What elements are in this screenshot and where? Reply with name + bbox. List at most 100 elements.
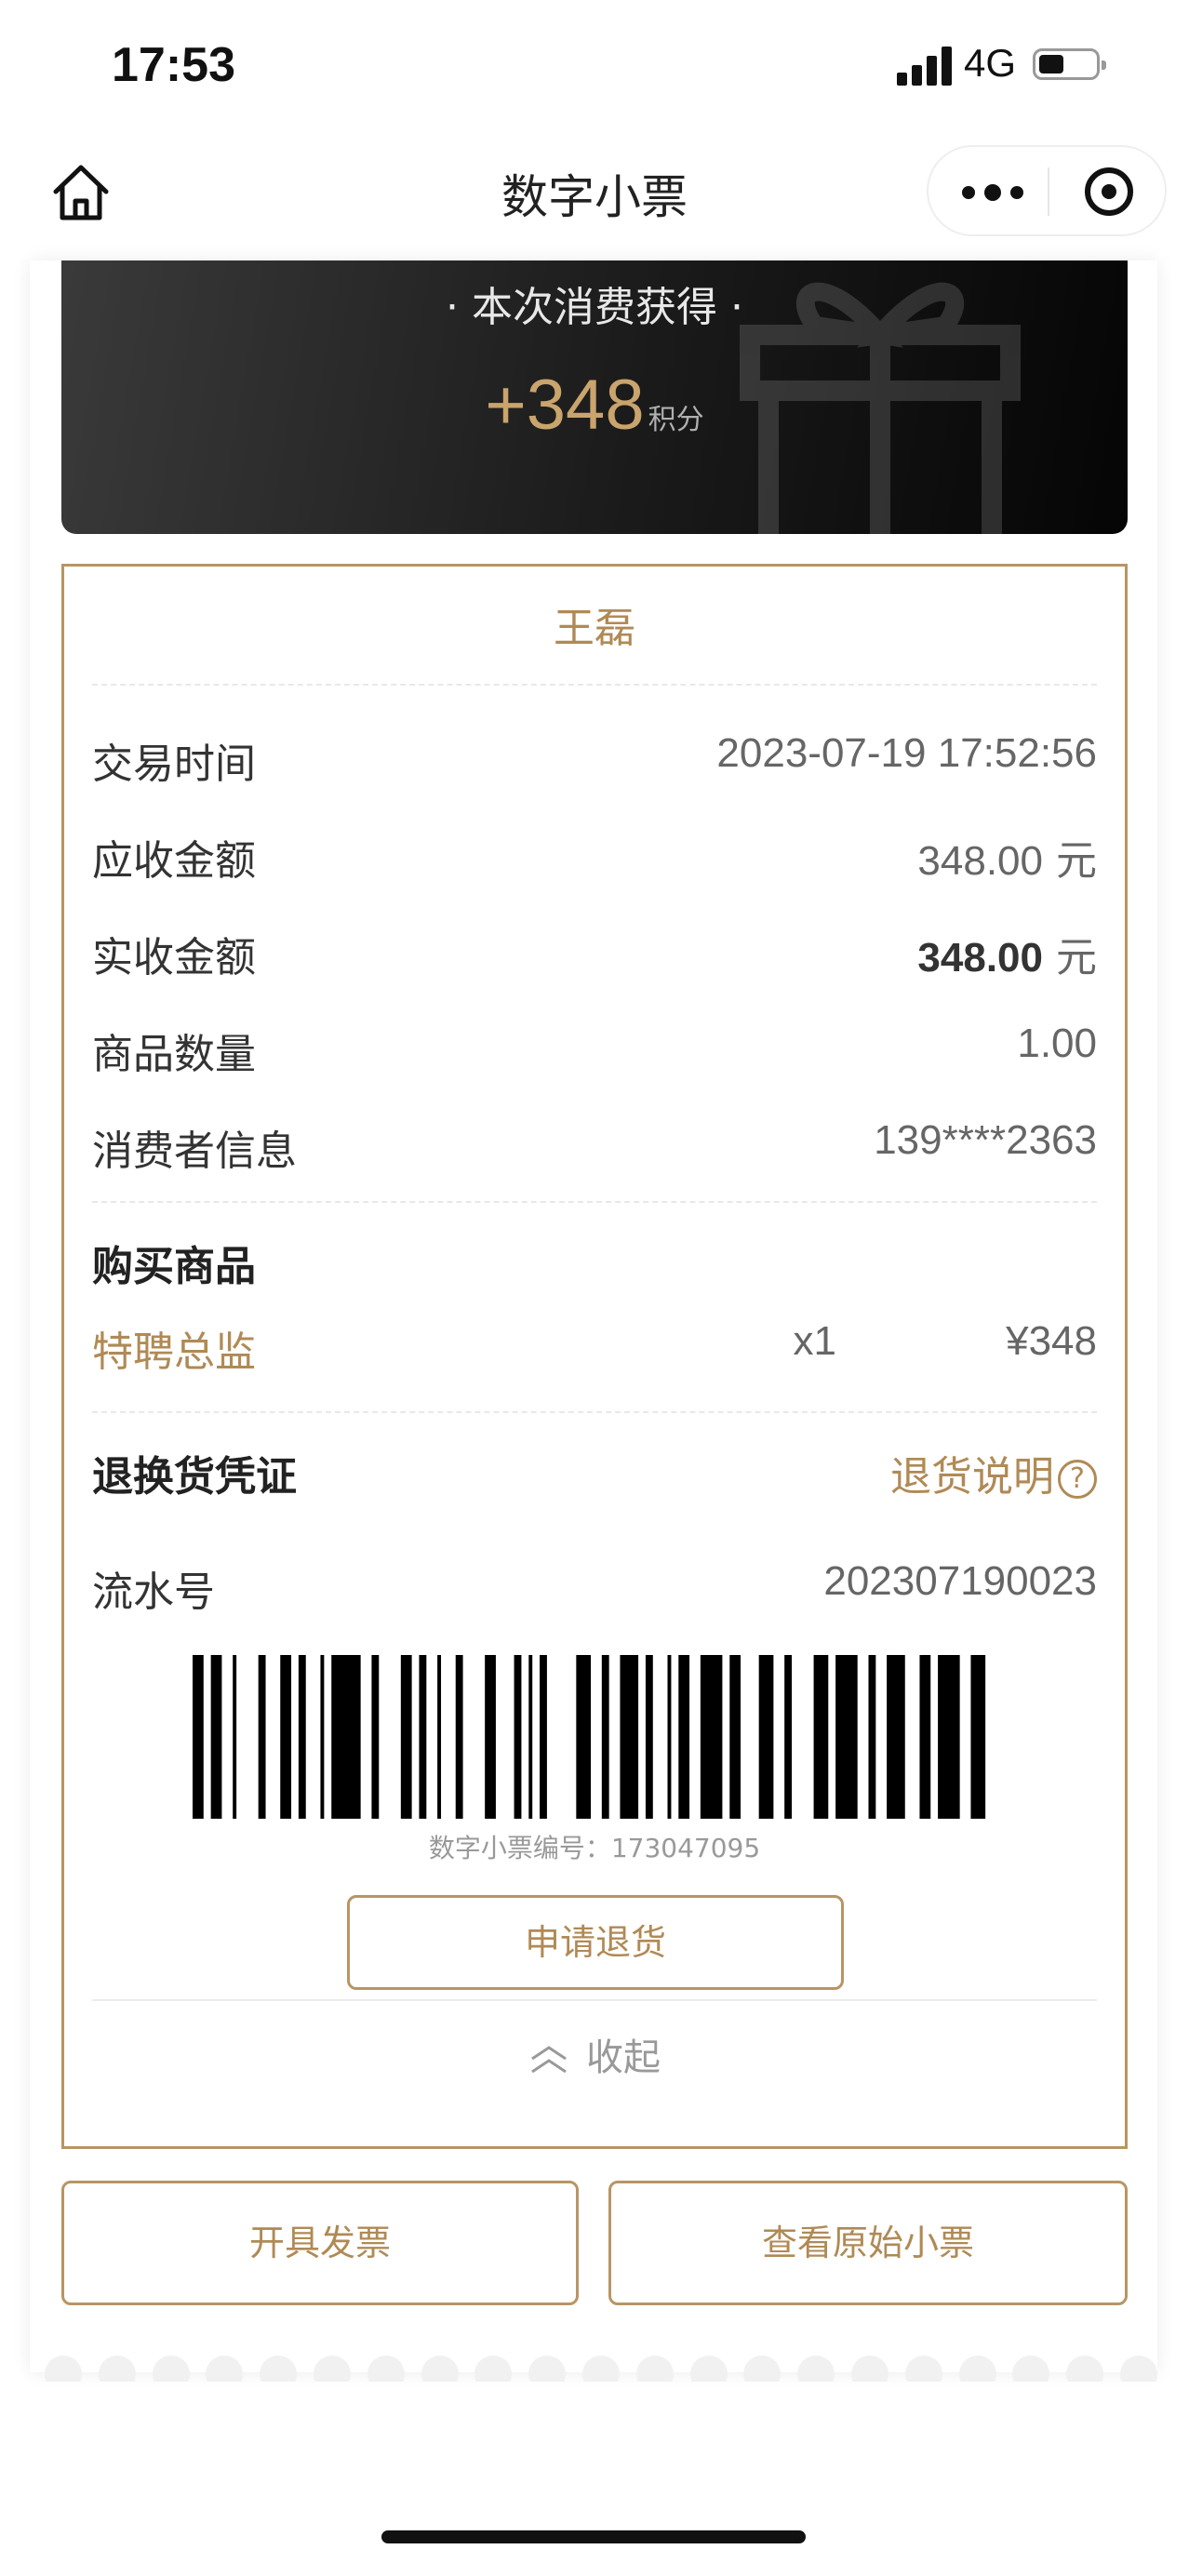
barcode-caption: 数字小票编号：173047095 [428, 1833, 761, 1863]
points-unit: 积分 [648, 404, 704, 436]
barcode-bar [258, 1655, 266, 1819]
amount-paid-number: 348.00 [917, 935, 1043, 981]
consumer-info-value: 139****2363 [874, 1117, 1097, 1163]
return-policy-link[interactable]: 退货说明? [890, 1443, 1097, 1502]
collapse-toggle[interactable]: 收起 [64, 2027, 1125, 2081]
barcode-bar [784, 1655, 793, 1819]
amount-paid-label: 实收金额 [92, 934, 256, 981]
scallop-dot [904, 2356, 942, 2382]
amount-due-value: 348.00 元 [917, 827, 1097, 887]
scallop-dot [1012, 2356, 1050, 2382]
return-policy-label: 退货说明 [890, 1453, 1054, 1501]
barcode-bar [540, 1655, 547, 1819]
barcode-bar [919, 1655, 931, 1819]
collapse-label: 收起 [586, 2036, 661, 2079]
scallop-dot [689, 2356, 728, 2382]
scallop-dot [98, 2356, 136, 2382]
barcode-bar [620, 1655, 639, 1819]
item-qty: x1 [793, 1318, 836, 1364]
item-count-label: 商品数量 [92, 1031, 256, 1078]
barcode-bar [419, 1655, 427, 1819]
amount-due-number: 348.00 [917, 838, 1043, 884]
barcode-bar [280, 1655, 292, 1819]
scallop-dot [797, 2356, 835, 2382]
barcode-bar [678, 1655, 690, 1819]
chevron-up-icon [531, 2046, 567, 2074]
item-price: ¥348 [1006, 1318, 1097, 1364]
help-icon: ? [1058, 1460, 1097, 1499]
divider [92, 1999, 1097, 2001]
divider [92, 684, 1097, 686]
points-banner: · 本次消费获得 · +348 积分 [61, 260, 1128, 534]
barcode-bar [485, 1655, 496, 1819]
serial-number-value: 202307190023 [823, 1558, 1097, 1604]
view-original-receipt-button[interactable]: 查看原始小票 [608, 2181, 1128, 2305]
scallop-dot [958, 2356, 996, 2382]
amount-due-label: 应收金额 [92, 837, 256, 885]
capsule-divider [1048, 167, 1049, 216]
scallop-dot [45, 2356, 82, 2382]
barcode-bar [320, 1655, 325, 1819]
item-name: 特聘总监 [92, 1328, 256, 1376]
points-value: +348 [485, 366, 645, 445]
consumer-info-label: 消费者信息 [92, 1128, 297, 1175]
barcode-bar [210, 1655, 222, 1819]
banner-title: · 本次消费获得 · [446, 284, 743, 331]
purchased-items-title: 购买商品 [92, 1243, 256, 1290]
scallop-dot [1066, 2356, 1104, 2382]
barcode-bar [437, 1655, 442, 1819]
scallop-dot [743, 2356, 782, 2382]
barcode-bar [868, 1655, 876, 1819]
barcode-bar [729, 1655, 741, 1819]
scallop-dot [635, 2356, 674, 2382]
barcode-bar [645, 1655, 653, 1819]
barcode-bar [576, 1655, 592, 1819]
more-icon[interactable] [962, 173, 1036, 210]
status-time: 17:53 [112, 38, 235, 92]
barcode-bar [835, 1655, 858, 1819]
barcode-bar [298, 1655, 306, 1819]
scallop-dot [528, 2356, 567, 2382]
status-bar: 17:53 4G [0, 0, 1189, 130]
amount-paid-unit: 元 [1043, 934, 1097, 981]
receipt-scallop-edge [30, 2344, 1157, 2382]
barcode-bar [331, 1655, 361, 1819]
scallop-dot [152, 2356, 190, 2382]
barcode-bar [371, 1655, 380, 1819]
home-indicator [381, 2530, 806, 2543]
transaction-time-label: 交易时间 [92, 741, 256, 788]
scallop-dot [421, 2356, 459, 2382]
signal-icon [897, 47, 953, 86]
barcode-image [193, 1655, 986, 1819]
receipt-details: 王磊 交易时间 2023-07-19 17:52:56 应收金额 348.00 … [61, 564, 1128, 2149]
barcode-bar [528, 1655, 533, 1819]
barcode-bar [758, 1655, 774, 1819]
points-earned: +348 积分 [61, 365, 1128, 446]
apply-return-button[interactable]: 申请退货 [347, 1895, 844, 1990]
close-miniprogram-icon[interactable] [1085, 167, 1133, 216]
battery-icon [1033, 48, 1106, 80]
scallop-dot [851, 2356, 888, 2382]
scallop-dot [1120, 2356, 1157, 2382]
return-voucher-title: 退换货凭证 [92, 1453, 297, 1501]
amount-paid-value: 348.00 元 [917, 924, 1097, 983]
item-count-value: 1.00 [1017, 1021, 1097, 1066]
barcode-bar [233, 1655, 237, 1819]
scallop-dot [582, 2356, 620, 2382]
divider [92, 1411, 1097, 1413]
serial-number-label: 流水号 [92, 1568, 215, 1616]
scallop-dot [206, 2356, 244, 2382]
barcode-bar [970, 1655, 986, 1819]
barcode-bar [455, 1655, 463, 1819]
scallop-dot [314, 2356, 351, 2382]
barcode-bar [601, 1655, 609, 1819]
barcode-bar [700, 1655, 723, 1819]
divider [92, 1201, 1097, 1203]
barcode-bar [813, 1655, 829, 1819]
scallop-dot [367, 2356, 405, 2382]
barcode-bar [887, 1655, 905, 1819]
barcode-bar [400, 1655, 412, 1819]
scallop-dot [474, 2356, 513, 2382]
issue-invoice-button[interactable]: 开具发票 [61, 2181, 579, 2305]
barcode-bar [938, 1655, 960, 1819]
